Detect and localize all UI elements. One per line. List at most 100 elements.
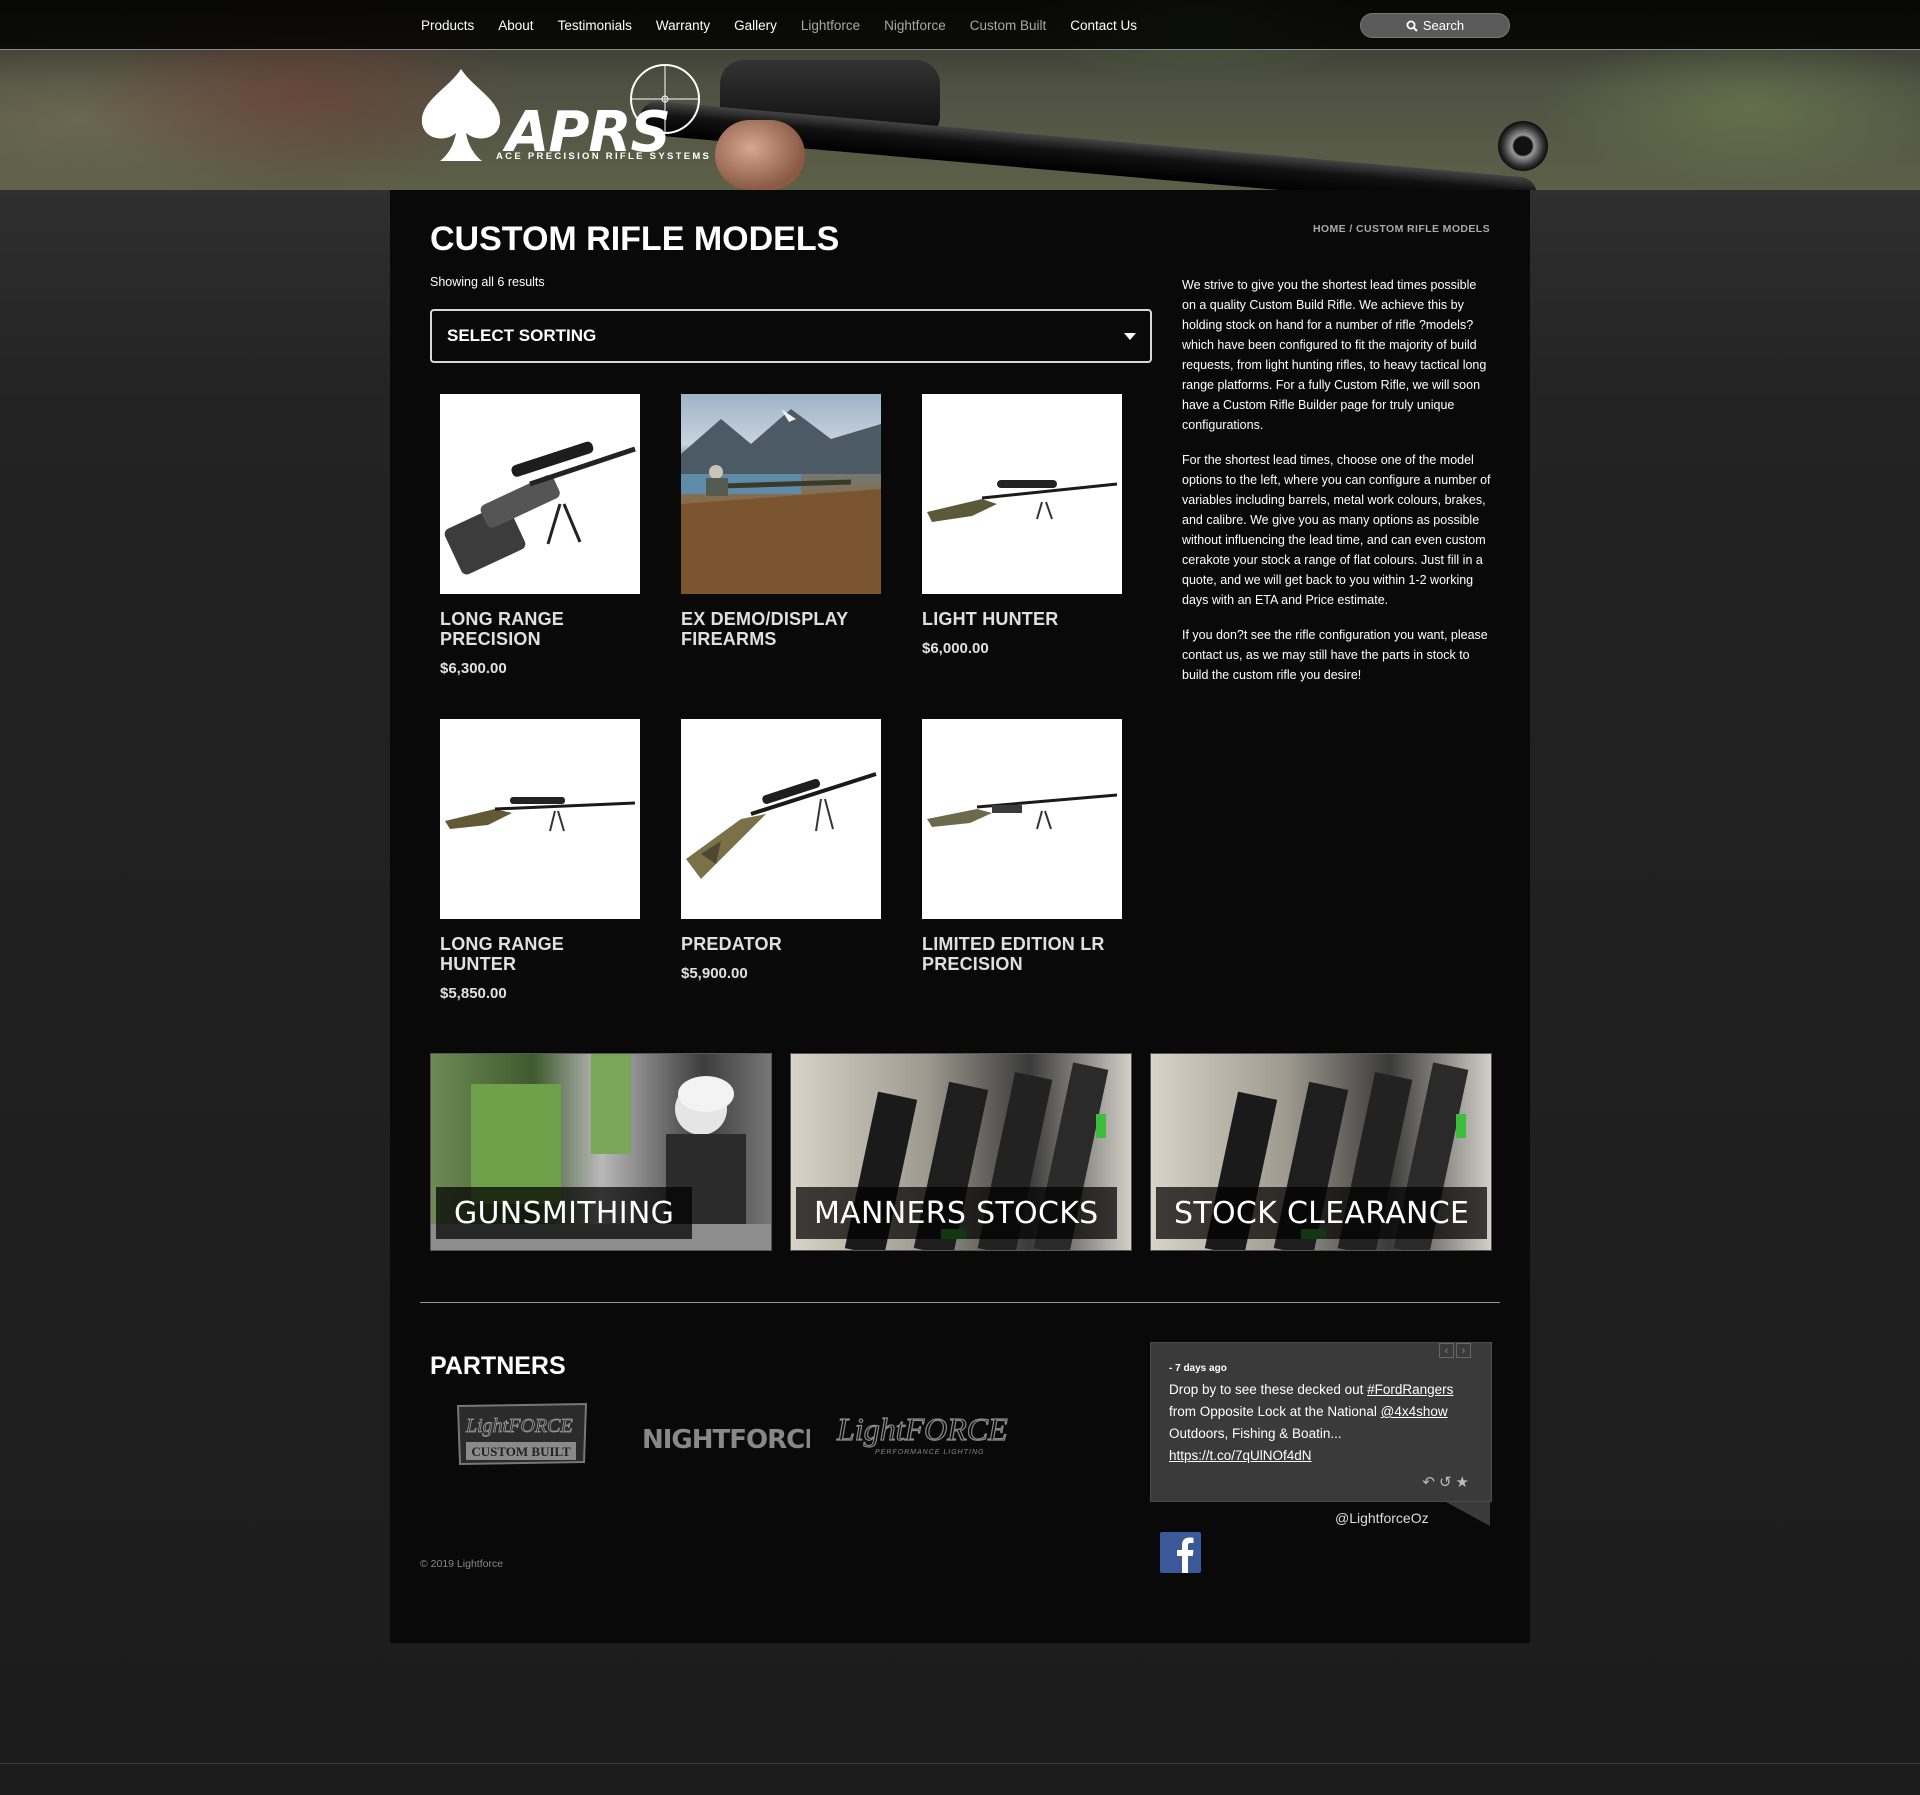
- tweet-bubble-tail: [1446, 1502, 1490, 1526]
- main-nav: Products About Testimonials Warranty Gal…: [421, 18, 1161, 33]
- custom-built-text: CUSTOM BUILT: [471, 1444, 571, 1459]
- landscape-image: [681, 409, 881, 594]
- retweet-icon[interactable]: ↺: [1439, 1474, 1456, 1491]
- header-banner: Products About Testimonials Warranty Gal…: [0, 0, 1920, 190]
- product-card[interactable]: LONG RANGE PRECISION $6,300.00: [440, 394, 640, 677]
- product-name[interactable]: LONG RANGE PRECISION: [440, 609, 640, 649]
- search-icon: [1406, 20, 1418, 32]
- product-image[interactable]: [681, 719, 881, 919]
- rifle-image: [927, 480, 1118, 522]
- nav-testimonials[interactable]: Testimonials: [558, 18, 632, 33]
- reply-icon[interactable]: ↶: [1422, 1474, 1439, 1491]
- lightforce-tagline: PERFORMANCE LIGHTING: [875, 1449, 984, 1456]
- rifle-image: [927, 793, 1118, 830]
- product-price: $5,850.00: [440, 985, 507, 1002]
- promo-stock-clearance[interactable]: STOCK CLEARANCE: [1150, 1053, 1492, 1251]
- nav-lightforce[interactable]: Lightforce: [801, 18, 860, 33]
- sorting-select[interactable]: SELECT SORTING: [430, 309, 1152, 363]
- copyright: © 2019 Lightforce: [420, 1558, 504, 1570]
- nav-products[interactable]: Products: [421, 18, 474, 33]
- tweet-mention-link[interactable]: @4x4show: [1381, 1404, 1448, 1419]
- lightforce-script-text: LightFORCE: [465, 1415, 573, 1437]
- nightforce-text: NIGHTFORCE: [642, 1425, 810, 1455]
- product-name[interactable]: PREDATOR: [681, 934, 881, 954]
- rifle-image: [444, 441, 636, 575]
- tweet-text-part: Outdoors, Fishing & Boatin...: [1169, 1426, 1342, 1441]
- facebook-icon[interactable]: [1160, 1532, 1201, 1573]
- nav-warranty[interactable]: Warranty: [656, 18, 710, 33]
- result-count: Showing all 6 results: [430, 275, 545, 289]
- favorite-star-icon[interactable]: ★: [1456, 1474, 1473, 1491]
- product-price: $6,000.00: [922, 640, 989, 657]
- sidebar-description: We strive to give you the shortest lead …: [1182, 275, 1492, 700]
- product-image[interactable]: [922, 719, 1122, 919]
- chevron-right-icon[interactable]: ›: [1456, 1343, 1471, 1358]
- logo-subtitle: ACE PRECISION RIFLE SYSTEMS: [496, 151, 712, 162]
- product-name[interactable]: LIMITED EDITION LR PRECISION: [922, 934, 1122, 974]
- chevron-left-icon[interactable]: ‹: [1439, 1343, 1454, 1358]
- product-image[interactable]: [440, 394, 640, 594]
- promo-label[interactable]: MANNERS STOCKS: [796, 1187, 1117, 1239]
- product-image[interactable]: [440, 719, 640, 919]
- lightforce-logo: LightFORCE PERFORMANCE LIGHTING: [835, 1410, 1008, 1456]
- product-name[interactable]: LONG RANGE HUNTER: [440, 934, 640, 974]
- partners-title: PARTNERS: [430, 1352, 566, 1380]
- top-navigation-bar: Products About Testimonials Warranty Gal…: [0, 0, 1920, 50]
- nav-gallery[interactable]: Gallery: [734, 18, 777, 33]
- product-name[interactable]: EX DEMO/DISPLAY FIREARMS: [681, 609, 881, 649]
- nav-about[interactable]: About: [498, 18, 533, 33]
- product-price: $6,300.00: [440, 660, 507, 677]
- facebook-glyph: [1177, 1537, 1194, 1573]
- sorting-select-label: SELECT SORTING: [447, 326, 597, 345]
- banner-hand: [715, 120, 805, 190]
- lightforce-custom-built-logo: CUSTOM BUILT LightFORCE: [456, 1402, 588, 1466]
- twitter-widget: ‹ › - 7 days ago Drop by to see these de…: [1150, 1342, 1492, 1502]
- banner-rifle-muzzle: [1498, 121, 1548, 171]
- tweet-hashtag-link[interactable]: #FordRangers: [1367, 1382, 1453, 1397]
- search-label: Search: [1422, 18, 1465, 33]
- rifle-image: [445, 797, 636, 832]
- product-card[interactable]: LONG RANGE HUNTER $5,850.00: [440, 719, 640, 1002]
- search-button[interactable]: Search: [1360, 13, 1510, 38]
- product-card[interactable]: PREDATOR $5,900.00: [681, 719, 881, 982]
- nightforce-logo: NIGHTFORCE: [642, 1425, 822, 1455]
- promo-label[interactable]: STOCK CLEARANCE: [1156, 1187, 1488, 1239]
- product-card[interactable]: LIMITED EDITION LR PRECISION: [922, 719, 1122, 985]
- main-content: CUSTOM RIFLE MODELS HOME / CUSTOM RIFLE …: [390, 190, 1530, 1643]
- partner-lightforce[interactable]: LightFORCE PERFORMANCE LIGHTING: [835, 1408, 1020, 1473]
- page-title: CUSTOM RIFLE MODELS: [430, 220, 840, 258]
- product-card[interactable]: EX DEMO/DISPLAY FIREARMS: [681, 394, 881, 660]
- product-image[interactable]: [681, 394, 881, 594]
- sidebar-paragraph: For the shortest lead times, choose one …: [1182, 453, 1491, 607]
- partner-nightforce[interactable]: NIGHTFORCE: [640, 1418, 822, 1463]
- promo-gunsmithing[interactable]: GUNSMITHING: [430, 1053, 772, 1251]
- chevron-down-icon: [1124, 333, 1136, 340]
- tweet-actions: ↶↺★: [1422, 1473, 1473, 1491]
- breadcrumb[interactable]: HOME / CUSTOM RIFLE MODELS: [1313, 223, 1490, 235]
- footer-divider: [420, 1302, 1500, 1303]
- tweet-nav: ‹ ›: [1439, 1343, 1471, 1358]
- product-name[interactable]: LIGHT HUNTER: [922, 609, 1122, 629]
- promo-tiles: GUNSMITHING MANNERS STOCKS STOCK CLEARAN…: [430, 1053, 1492, 1253]
- partner-lightforce-custom-built[interactable]: CUSTOM BUILT LightFORCE: [452, 1400, 592, 1475]
- tweet-text: Drop by to see these decked out #FordRan…: [1169, 1379, 1473, 1467]
- tweet-text-part: from Opposite Lock at the National: [1169, 1404, 1381, 1419]
- tweet-url-link[interactable]: https://t.co/7qUlNOf4dN: [1169, 1448, 1312, 1463]
- nav-nightforce[interactable]: Nightforce: [884, 18, 946, 33]
- product-card[interactable]: LIGHT HUNTER $6,000.00: [922, 394, 1122, 657]
- sidebar-paragraph: We strive to give you the shortest lead …: [1182, 278, 1487, 432]
- rifle-image: [686, 772, 877, 879]
- product-image[interactable]: [922, 394, 1122, 594]
- lightforce-script-text: LightFORCE: [836, 1411, 1008, 1447]
- page-bottom-line: [0, 1763, 1920, 1764]
- nav-custom-built[interactable]: Custom Built: [970, 18, 1047, 33]
- scope-reticle-icon: [630, 64, 700, 134]
- nav-contact-us[interactable]: Contact Us: [1070, 18, 1137, 33]
- promo-manners-stocks[interactable]: MANNERS STOCKS: [790, 1053, 1132, 1251]
- twitter-handle[interactable]: @LightforceOz: [1335, 1510, 1429, 1526]
- tweet-text-part: Drop by to see these decked out: [1169, 1382, 1368, 1397]
- spade-icon: [421, 69, 501, 161]
- sidebar-paragraph: If you don?t see the rifle configuration…: [1182, 628, 1488, 682]
- promo-label[interactable]: GUNSMITHING: [436, 1187, 693, 1239]
- aprs-logo[interactable]: APRS ACE PRECISION RIFLE SYSTEMS: [418, 62, 718, 172]
